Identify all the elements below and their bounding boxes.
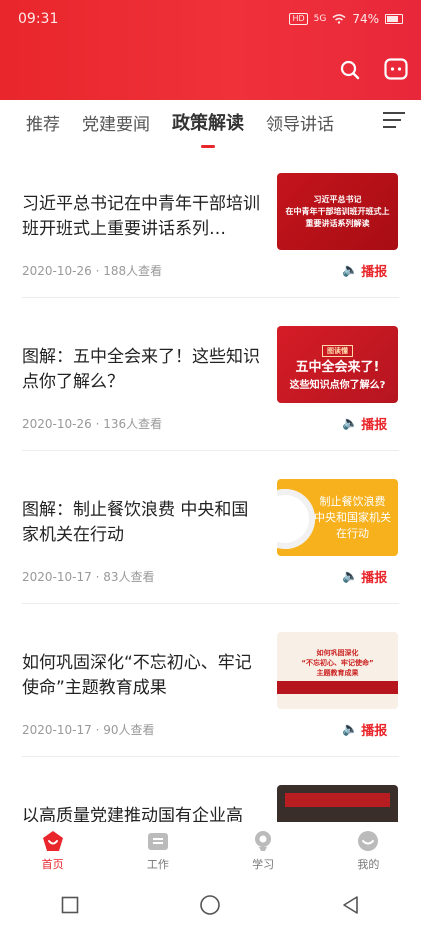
recent-apps-button[interactable] [40, 890, 100, 920]
article-meta: 2020-10-26 · 136人查看 [22, 417, 163, 431]
signal-indicator: 5G [313, 14, 327, 24]
listen-label: 播报 [361, 418, 388, 433]
category-tabs: 推荐 党建要闻 政策解读 领导讲话 [0, 100, 421, 144]
article-thumbnail[interactable]: 习近平总书记 在中青年干部培训班开班式上 重要讲话系列解读 [277, 173, 398, 250]
article-thumbnail[interactable]: 如何巩固深化 “不忘初心、牢记使命” 主题教育成果 [277, 632, 398, 709]
nav-study[interactable]: 学习 [228, 830, 298, 872]
article-card[interactable]: 如何巩固深化“不忘初心、牢记使命”主题教育成果 2020-10-17 · 90人… [0, 603, 421, 756]
listen-button[interactable]: 🔈 播报 [342, 720, 387, 739]
tab-leader-speech[interactable]: 领导讲话 [266, 110, 334, 135]
article-thumbnail[interactable]: 图读懂 五中全会来了! 这些知识点你了解么? [277, 326, 398, 403]
listen-label: 播报 [361, 724, 388, 739]
article-title: 以高质量党建推动国有企业高 [22, 806, 243, 822]
study-icon [251, 830, 275, 852]
article-title: 习近平总书记在中青年干部培训班开班式上重要讲话系列… [22, 194, 260, 239]
article-card[interactable]: 图解：制止餐饮浪费 中央和国家机关在行动 2020-10-17 · 83人查看 … [0, 450, 421, 603]
article-views: 83人查看 [103, 570, 155, 584]
status-bar: 09:31 HD 5G 74% [18, 9, 403, 29]
wifi-icon [332, 14, 346, 24]
tab-recommend[interactable]: 推荐 [26, 110, 60, 135]
nav-label: 首页 [41, 858, 64, 871]
listen-label: 播报 [361, 571, 388, 586]
status-time: 09:31 [18, 11, 59, 27]
back-button[interactable] [321, 890, 381, 920]
article-date: 2020-10-17 [22, 570, 92, 584]
work-icon [146, 830, 170, 852]
speaker-icon: 🔈 [342, 722, 359, 737]
hd-indicator: HD [289, 13, 308, 25]
thumbnail-banner [285, 793, 390, 807]
nav-label: 学习 [252, 858, 275, 871]
nav-profile[interactable]: 我的 [333, 830, 403, 872]
nav-label: 我的 [357, 858, 380, 871]
bottom-nav: 首页 工作 学习 我的 [0, 822, 421, 880]
listen-button[interactable]: 🔈 播报 [342, 261, 387, 280]
article-meta: 2020-10-26 · 188人查看 [22, 264, 163, 278]
tab-party-news[interactable]: 党建要闻 [82, 110, 150, 135]
article-card[interactable]: 习近平总书记在中青年干部培训班开班式上重要讲话系列… 2020-10-26 · … [0, 144, 421, 297]
home-icon [41, 830, 65, 852]
nav-home[interactable]: 首页 [18, 830, 88, 872]
profile-icon [356, 830, 380, 852]
app-header: 09:31 HD 5G 74% [0, 0, 421, 100]
tab-menu-icon[interactable] [383, 112, 405, 132]
speaker-icon: 🔈 [342, 569, 359, 584]
system-nav-bar [0, 880, 421, 930]
article-thumbnail[interactable]: 制止餐饮浪费 中央和国家机关 在行动 [277, 479, 398, 556]
article-views: 90人查看 [103, 723, 155, 737]
article-card[interactable]: 图解：五中全会来了！这些知识点你了解么？ 2020-10-26 · 136人查看… [0, 297, 421, 450]
speaker-icon: 🔈 [342, 263, 359, 278]
nav-work[interactable]: 工作 [123, 830, 193, 872]
speaker-icon: 🔈 [342, 416, 359, 431]
listen-button[interactable]: 🔈 播报 [342, 414, 387, 433]
article-meta: 2020-10-17 · 83人查看 [22, 570, 155, 584]
article-meta: 2020-10-17 · 90人查看 [22, 723, 155, 737]
article-date: 2020-10-26 [22, 417, 92, 431]
battery-icon [385, 14, 403, 24]
article-list: 习近平总书记在中青年干部培训班开班式上重要讲话系列… 2020-10-26 · … [0, 144, 421, 822]
thumbnail-text-band [277, 680, 398, 694]
article-title: 如何巩固深化“不忘初心、牢记使命”主题教育成果 [22, 653, 252, 698]
article-title: 图解：五中全会来了！这些知识点你了解么？ [22, 347, 260, 392]
search-icon[interactable] [337, 57, 363, 83]
article-title: 图解：制止餐饮浪费 中央和国家机关在行动 [22, 500, 249, 545]
message-icon[interactable] [383, 57, 409, 83]
article-views: 136人查看 [103, 417, 163, 431]
listen-label: 播报 [361, 265, 388, 280]
tab-policy[interactable]: 政策解读 [172, 109, 244, 135]
home-button[interactable] [180, 890, 240, 920]
article-thumbnail[interactable] [277, 785, 398, 822]
battery-percent: 74% [352, 12, 379, 26]
article-card[interactable]: 以高质量党建推动国有企业高 [0, 756, 421, 822]
article-date: 2020-10-26 [22, 264, 92, 278]
listen-button[interactable]: 🔈 播报 [342, 567, 387, 586]
article-views: 188人查看 [103, 264, 163, 278]
nav-label: 工作 [146, 858, 169, 871]
article-date: 2020-10-17 [22, 723, 92, 737]
plate-graphic [277, 489, 315, 549]
